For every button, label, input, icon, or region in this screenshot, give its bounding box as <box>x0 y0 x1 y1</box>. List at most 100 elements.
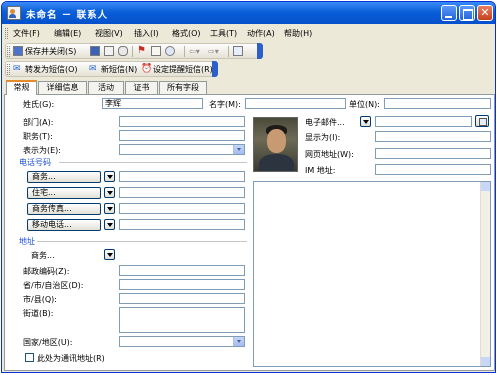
phone-fax-field[interactable] <box>119 203 245 214</box>
set-reminder-sms-button[interactable]: 设定提醒短信(R) <box>153 63 213 76</box>
address-book-icon[interactable] <box>233 46 243 56</box>
tab-activities[interactable]: 活动 <box>88 81 124 94</box>
department-field[interactable] <box>119 116 245 127</box>
window-title: 未命名 － 联系人 <box>26 10 109 21</box>
chevron-down-icon[interactable] <box>233 145 244 154</box>
show-as-label: 显示为(I): <box>305 133 341 142</box>
menu-tools[interactable]: 工具(T) <box>210 28 237 39</box>
company-field[interactable] <box>384 98 491 109</box>
mailing-address-label: 此处为通讯地址(R) <box>37 354 105 363</box>
zip-field[interactable] <box>119 265 245 276</box>
tab-all-fields[interactable]: 所有字段 <box>159 81 207 94</box>
maximize-button[interactable] <box>459 5 475 21</box>
job-title-label: 职务(T): <box>23 132 53 141</box>
phone-business-button[interactable]: 商务... <box>27 171 101 183</box>
phone-mobile-dropdown[interactable] <box>104 219 115 230</box>
new-item-icon[interactable] <box>151 46 161 56</box>
company-label: 单位(N): <box>349 100 380 109</box>
email-dropdown[interactable] <box>360 116 371 127</box>
menu-grip[interactable] <box>5 28 8 39</box>
section-divider <box>37 241 247 242</box>
province-label: 省/市/自治区(D): <box>23 281 84 290</box>
mailing-address-checkbox[interactable] <box>25 353 34 362</box>
phone-home-field[interactable] <box>119 187 245 198</box>
display-as-combo[interactable] <box>119 144 245 155</box>
notes-scrollbar[interactable] <box>480 182 490 366</box>
title-bar[interactable]: 未命名 － 联系人 ✕ <box>2 2 495 24</box>
section-divider <box>59 162 247 163</box>
forward-sms-icon: ✉ <box>13 64 21 74</box>
notes-area[interactable] <box>253 181 491 367</box>
country-label: 国家/地区(U): <box>23 338 73 347</box>
toolbar-grip[interactable] <box>7 64 10 75</box>
separator <box>132 46 133 57</box>
details-icon[interactable] <box>165 46 175 56</box>
save-icon[interactable] <box>90 46 100 56</box>
country-combo[interactable] <box>119 336 245 347</box>
surname-field[interactable]: 李辉 <box>102 98 203 109</box>
address-type-label[interactable]: 商务... <box>31 250 55 261</box>
department-label: 部门(A): <box>23 118 54 127</box>
separator <box>228 46 229 57</box>
minimize-button[interactable] <box>441 5 457 21</box>
menu-bar: 文件(F) 编辑(E) 视图(V) 插入(I) 格式(O) 工具(T) 动作(A… <box>2 25 495 41</box>
toolbar-options[interactable] <box>257 43 263 59</box>
photo-body <box>259 154 294 171</box>
show-as-field[interactable] <box>375 131 491 142</box>
flag-icon[interactable]: ⚑ <box>137 46 147 56</box>
sms-toolbar: ✉ 转发为短信(O) ✉ 新短信(N) ⏰ 设定提醒短信(R) <box>5 61 218 77</box>
menu-help[interactable]: 帮助(H) <box>284 28 312 39</box>
phone-fax-dropdown[interactable] <box>104 203 115 214</box>
menu-edit[interactable]: 编辑(E) <box>54 28 81 39</box>
tab-details[interactable]: 详细信息 <box>38 81 87 94</box>
city-label: 市/县(Q): <box>23 295 57 304</box>
toolbar-grip[interactable] <box>7 46 10 57</box>
web-address-field[interactable] <box>375 148 491 159</box>
menu-view[interactable]: 视图(V) <box>95 28 123 39</box>
general-panel: 姓氏(G): 李辉 名字(M): 单位(N): 部门(A): 职务(T): 表示… <box>4 94 495 371</box>
close-button[interactable]: ✕ <box>477 5 493 21</box>
phone-home-dropdown[interactable] <box>104 187 115 198</box>
contact-card-icon <box>7 6 21 20</box>
phone-section-title: 电话号码 <box>19 158 51 167</box>
forward-sms-button[interactable]: 转发为短信(O) <box>25 63 78 76</box>
given-name-field[interactable] <box>245 98 346 109</box>
contact-photo[interactable] <box>253 117 298 172</box>
save-close-icon <box>13 46 23 56</box>
contact-window: 未命名 － 联系人 ✕ 文件(F) 编辑(E) 视图(V) 插入(I) 格式(O… <box>1 1 496 373</box>
phone-business-dropdown[interactable] <box>104 171 115 182</box>
email-label[interactable]: 电子邮件... <box>305 117 345 128</box>
phone-mobile-field[interactable] <box>119 219 245 230</box>
reminder-icon: ⏰ <box>141 64 153 74</box>
tab-certificates[interactable]: 证书 <box>125 81 158 94</box>
save-new-icon[interactable] <box>104 46 114 56</box>
save-close-button[interactable]: 保存并关闭(S) <box>25 45 76 58</box>
address-type-dropdown[interactable] <box>104 249 115 260</box>
chevron-down-icon[interactable] <box>233 337 244 346</box>
street-field[interactable] <box>119 307 245 333</box>
menu-file[interactable]: 文件(F) <box>13 28 40 39</box>
phone-business-field[interactable] <box>119 171 245 182</box>
phone-home-button[interactable]: 住宅... <box>27 187 101 199</box>
attach-icon[interactable] <box>118 46 128 56</box>
im-address-field[interactable] <box>375 164 491 175</box>
menu-actions[interactable]: 动作(A) <box>247 28 275 39</box>
new-sms-button[interactable]: 新短信(N) <box>101 63 137 76</box>
email-field[interactable] <box>375 116 472 127</box>
city-field[interactable] <box>119 293 245 304</box>
menu-insert[interactable]: 插入(I) <box>134 28 159 39</box>
previous-icon[interactable]: ⇦▾ <box>189 45 200 58</box>
scroll-up-icon[interactable] <box>481 182 490 191</box>
toolbar-options[interactable] <box>212 61 218 77</box>
phone-mobile-button[interactable]: 移动电话... <box>27 219 101 231</box>
job-title-field[interactable] <box>119 130 245 141</box>
address-book-icon[interactable] <box>475 115 489 127</box>
phone-business-fax-button[interactable]: 商务传真... <box>27 203 101 215</box>
display-as-label: 表示为(E): <box>23 146 61 155</box>
scroll-down-icon[interactable] <box>481 357 490 366</box>
tab-general[interactable]: 常规 <box>6 80 37 95</box>
province-field[interactable] <box>119 279 245 290</box>
web-address-label: 网页地址(W): <box>305 150 354 159</box>
next-icon[interactable]: ⇨▾ <box>208 45 219 58</box>
menu-format[interactable]: 格式(O) <box>172 28 201 39</box>
